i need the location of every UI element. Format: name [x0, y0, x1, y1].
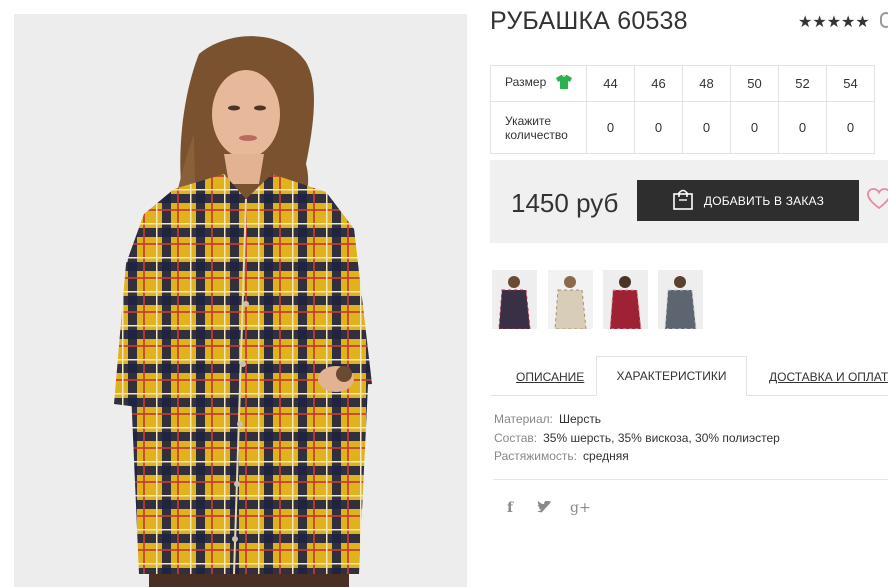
quantity-row: Укажите количество 0 0 0 0 0 0: [490, 101, 875, 154]
quantity-input-50[interactable]: 0: [730, 101, 779, 154]
quantity-input-54[interactable]: 0: [826, 101, 875, 154]
quantity-label-line1: Укажите: [505, 113, 552, 128]
twitter-icon[interactable]: [537, 500, 552, 516]
spec-composition-value: 35% шерсть, 35% вискоза, 30% полиэстер: [543, 431, 780, 445]
spec-material-key: Материал:: [494, 412, 553, 426]
add-to-order-label: ДОБАВИТЬ В ЗАКАЗ: [703, 193, 825, 208]
size-46[interactable]: 46: [634, 65, 683, 102]
thumbnail-1[interactable]: [492, 270, 537, 329]
thumbnail-3[interactable]: [603, 270, 648, 329]
size-50[interactable]: 50: [730, 65, 779, 102]
product-main-image[interactable]: [14, 14, 467, 587]
rating-stars[interactable]: ★★★★★: [798, 12, 870, 32]
rating-badge: [880, 12, 888, 28]
divider: [493, 479, 888, 480]
size-44[interactable]: 44: [586, 65, 635, 102]
tab-delivery[interactable]: ДОСТАВКА И ОПЛАТА: [769, 370, 888, 384]
spec-material: Материал: Шерсть: [494, 412, 601, 426]
add-to-order-button[interactable]: ДОБАВИТЬ В ЗАКАЗ: [637, 180, 859, 221]
spec-composition-key: Состав:: [494, 431, 538, 445]
spec-composition: Состав: 35% шерсть, 35% вискоза, 30% поли…: [494, 431, 780, 445]
size-48[interactable]: 48: [682, 65, 731, 102]
thumbnail-4[interactable]: [658, 270, 703, 329]
size-label: Размер: [505, 75, 547, 89]
price: 1450 руб: [511, 188, 619, 218]
spec-stretch: Растяжимость: средняя: [494, 449, 629, 463]
quantity-input-52[interactable]: 0: [778, 101, 827, 154]
wishlist-heart-icon[interactable]: [867, 188, 888, 215]
quantity-input-44[interactable]: 0: [586, 101, 635, 154]
product-title: РУБАШКА 60538: [490, 7, 688, 35]
tab-description[interactable]: ОПИСАНИЕ: [516, 370, 584, 384]
quantity-label-line2: количество: [505, 127, 568, 142]
size-label-cell: Размер: [490, 65, 587, 102]
size-row: Размер 44 46 48 50 52 54: [490, 65, 875, 102]
quantity-input-48[interactable]: 0: [682, 101, 731, 154]
size-table: Размер 44 46 48 50 52 54 Укажите количес…: [490, 65, 875, 154]
size-chart-icon[interactable]: [555, 74, 572, 92]
spec-stretch-key: Растяжимость:: [494, 449, 578, 463]
google-plus-icon[interactable]: g+: [570, 500, 591, 516]
quantity-label-cell: Укажите количество: [490, 101, 587, 154]
thumbnail-2[interactable]: [548, 270, 593, 329]
tab-characteristics[interactable]: ХАРАКТЕРИСТИКИ: [596, 356, 747, 396]
shopping-bag-icon: [672, 188, 694, 213]
price-box: 1450 руб ДОБАВИТЬ В ЗАКАЗ: [490, 160, 888, 243]
spec-material-value: Шерсть: [558, 412, 602, 426]
facebook-icon[interactable]: f: [507, 500, 513, 516]
size-54[interactable]: 54: [826, 65, 875, 102]
quantity-input-46[interactable]: 0: [634, 101, 683, 154]
spec-stretch-value: средняя: [583, 449, 629, 463]
size-52[interactable]: 52: [778, 65, 827, 102]
